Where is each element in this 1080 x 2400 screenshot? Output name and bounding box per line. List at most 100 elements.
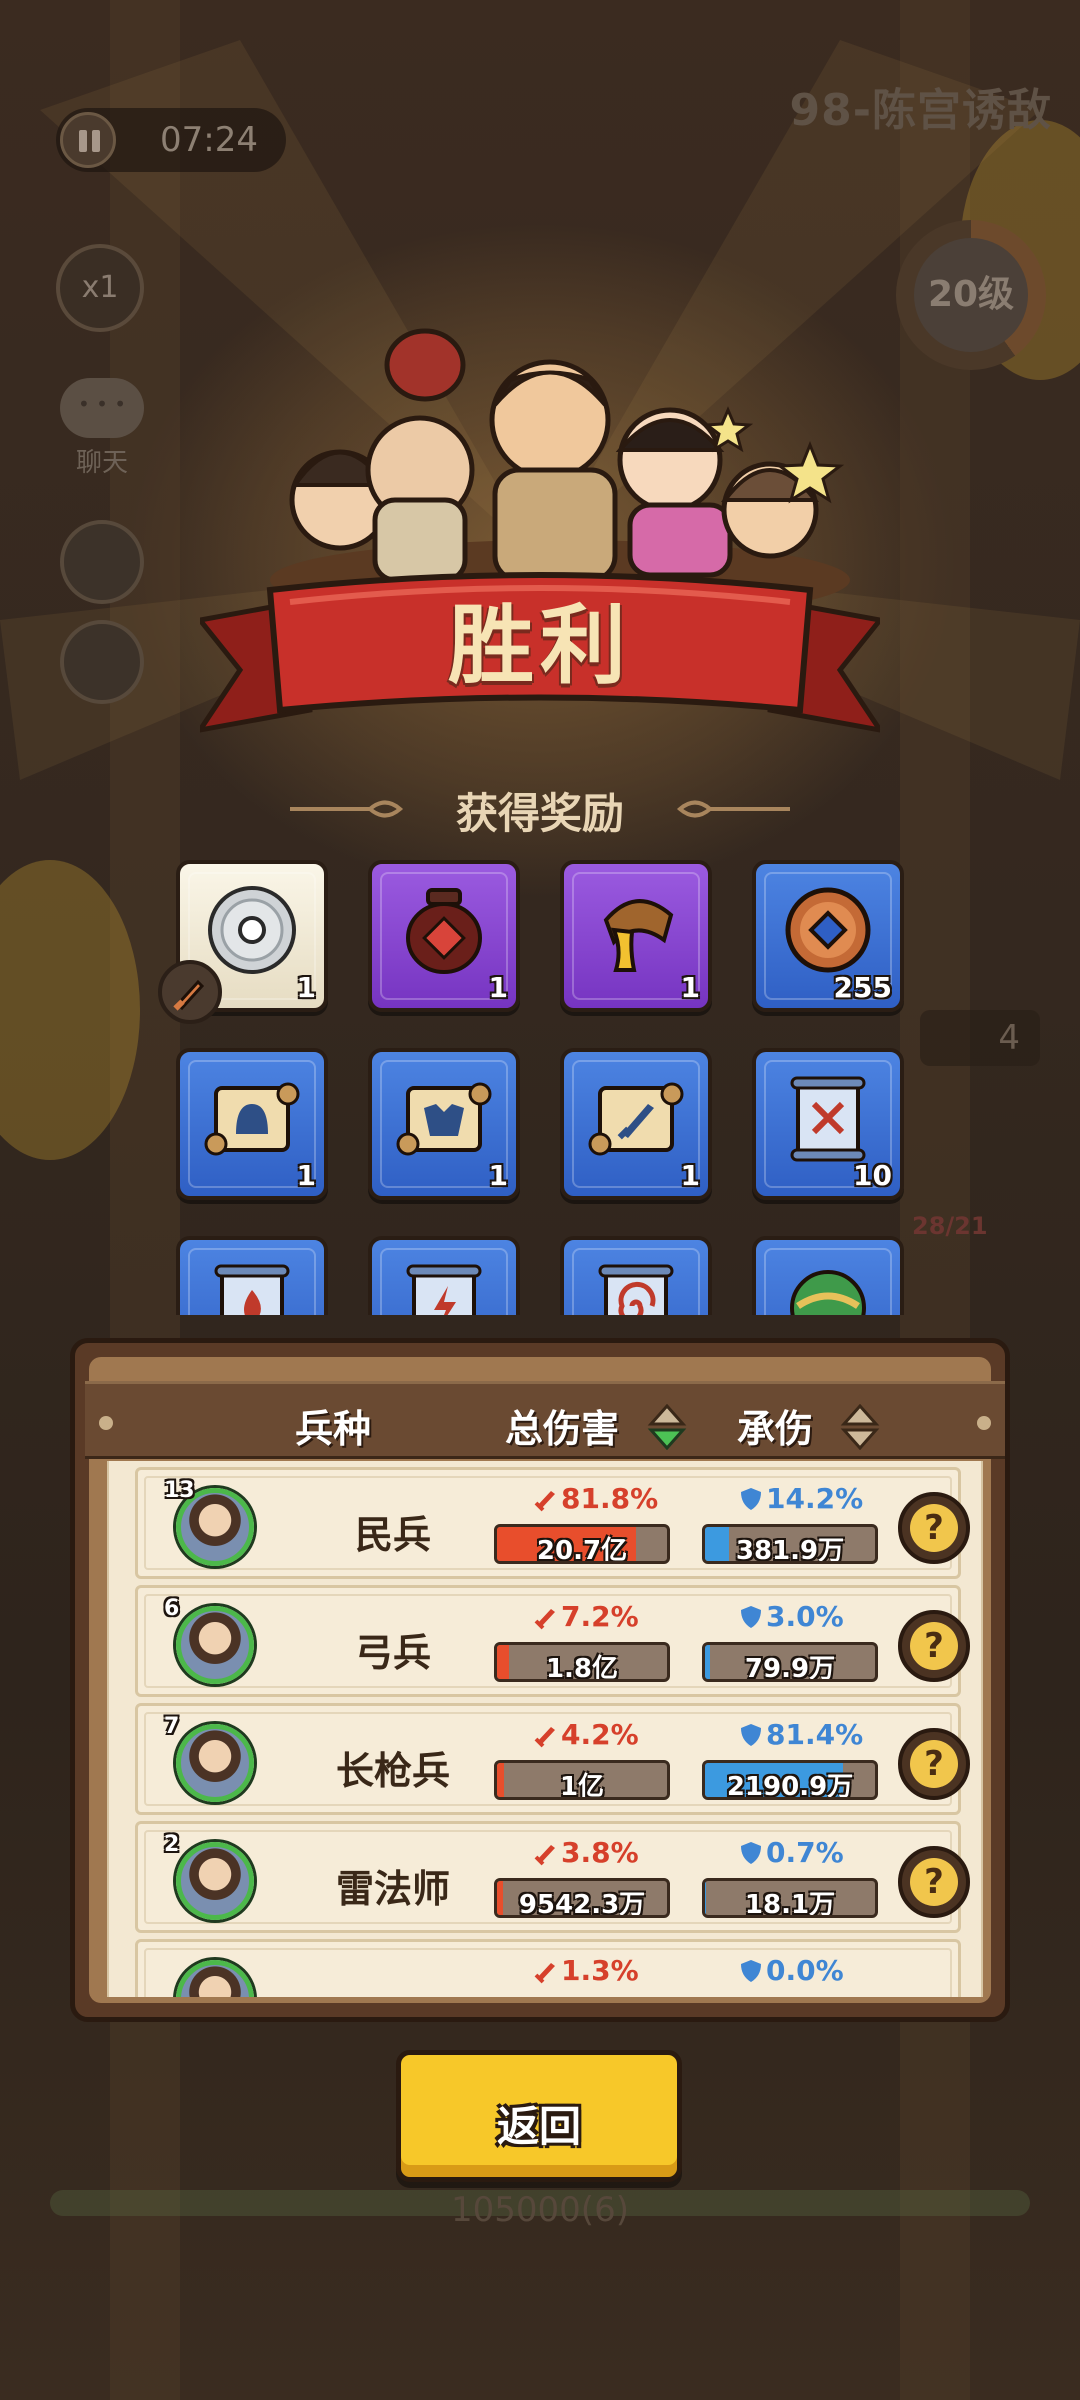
unit-name: 雷法师 (335, 1867, 450, 1911)
sort-icon[interactable] (840, 1404, 880, 1450)
rivet-icon (977, 1416, 991, 1430)
side-count: 4 (920, 1010, 1040, 1066)
taken-percent: 3.0% (738, 1600, 844, 1633)
level-label: 20级 (914, 238, 1028, 352)
header-unit-type: 兵种 (295, 1407, 372, 1451)
unit-avatar (176, 1842, 254, 1920)
unit-level: 2 (164, 1832, 180, 1857)
taken-percent: 14.2% (738, 1482, 863, 1515)
sword-scroll-icon (588, 1082, 684, 1156)
level-ring: 20级 (896, 220, 1046, 370)
reward-item[interactable]: 1 (560, 1048, 712, 1200)
question-icon: ? (910, 1858, 958, 1906)
speed-button[interactable]: x1 (56, 244, 144, 332)
unit-stat-row[interactable]: 1.3% 0.0% (135, 1939, 961, 1997)
sort-active-icon[interactable] (647, 1404, 687, 1450)
unit-info-button[interactable]: ? (898, 1610, 970, 1682)
ornament-icon (290, 800, 404, 818)
reward-count: 1 (488, 971, 508, 1004)
unit-level: 6 (164, 1596, 180, 1621)
taken-value: 18.1万 (744, 1890, 836, 1918)
battle-stats-panel: 兵种 总伤害 承伤 13 民兵 81.8% 20.7亿 14.2% 381.9万… (70, 1338, 1010, 2022)
unit-info-button[interactable]: ? (898, 1728, 970, 1800)
pause-button[interactable] (60, 112, 116, 168)
damage-value: 9542.3万 (518, 1890, 646, 1918)
unit-stat-row[interactable]: 6 弓兵 7.2% 1.8亿 3.0% 79.9万 ? (135, 1585, 970, 1697)
unit-stat-row[interactable]: 13 民兵 81.8% 20.7亿 14.2% 381.9万 ? (135, 1467, 970, 1579)
header-total-damage[interactable]: 总伤害 (505, 1398, 619, 1453)
reward-count: 1 (296, 1159, 316, 1192)
question-icon: ? (910, 1740, 958, 1788)
damage-percent: 81.8% (533, 1482, 658, 1515)
unit-level: 13 (164, 1478, 195, 1503)
taken-bar: 2190.9万 (702, 1760, 878, 1800)
unit-level: 7 (164, 1714, 180, 1739)
crossed-weapons-scroll-icon (790, 1076, 866, 1162)
unit-stat-row[interactable]: 2 雷法师 3.8% 9542.3万 0.7% 18.1万 ? (135, 1821, 970, 1933)
taken-percent: 0.7% (738, 1836, 844, 1869)
unit-name: 民兵 (354, 1513, 431, 1557)
unit-name: 长枪兵 (335, 1749, 450, 1793)
copper-coin-icon (785, 887, 871, 973)
taken-bar: 381.9万 (702, 1524, 878, 1564)
equipment-badge (158, 960, 222, 1024)
damage-percent: 3.8% (533, 1836, 639, 1869)
reward-item[interactable] (368, 1236, 520, 1315)
side-troop-count: 28/21 (912, 1212, 988, 1240)
reward-count: 1 (680, 971, 700, 1004)
damage-percent: 4.2% (533, 1718, 639, 1751)
battle-timer: 07:24 (160, 120, 258, 160)
reward-item[interactable]: 1 (368, 860, 520, 1012)
taken-value: 2190.9万 (726, 1772, 854, 1800)
unit-stat-row[interactable]: 7 长枪兵 4.2% 1亿 81.4% 2190.9万 ? (135, 1703, 970, 1815)
reward-item[interactable]: 10 (752, 1048, 904, 1200)
taken-bar: 79.9万 (702, 1642, 878, 1682)
green-orb-icon (790, 1270, 866, 1315)
wine-jar-icon (406, 888, 482, 974)
bottom-score: 105000(6) (451, 2190, 629, 2230)
victory-title: 胜利 (448, 596, 632, 696)
shield-icon (741, 1488, 761, 1510)
reward-item[interactable]: 1 (176, 1048, 328, 1200)
helmet-scroll-icon (204, 1082, 300, 1156)
unit-info-button[interactable]: ? (898, 1846, 970, 1918)
reward-count: 255 (833, 971, 892, 1004)
damage-bar: 1亿 (494, 1760, 670, 1800)
rewards-grid[interactable]: 1 1 1 255 1 1 1 10 (160, 850, 920, 1315)
reward-item[interactable] (560, 1236, 712, 1315)
reward-item[interactable]: 1 (368, 1048, 520, 1200)
ornament-icon (676, 800, 790, 818)
return-button[interactable]: 返回 (396, 2050, 682, 2182)
unit-avatar (176, 1724, 254, 1802)
question-icon: ? (910, 1504, 958, 1552)
taken-bar: 18.1万 (702, 1878, 878, 1918)
taken-value: 79.9万 (744, 1654, 836, 1682)
rewards-title: 获得奖励 (455, 789, 624, 838)
reward-item[interactable] (176, 1236, 328, 1315)
spiral-scroll-icon (598, 1264, 674, 1315)
sword-icon (534, 1727, 555, 1748)
damage-value: 20.7亿 (536, 1536, 628, 1564)
reward-item[interactable] (752, 1236, 904, 1315)
rewards-heading: 获得奖励 (0, 780, 1080, 840)
taken-value: 381.9万 (735, 1536, 845, 1564)
reward-count: 1 (680, 1159, 700, 1192)
sword-icon (534, 1963, 555, 1984)
sword-icon (173, 979, 205, 1011)
damage-bar: 1.8亿 (494, 1642, 670, 1682)
shield-icon (741, 1960, 761, 1982)
golden-horn-icon (603, 899, 674, 972)
reward-item[interactable]: 1 (560, 860, 712, 1012)
chat-button[interactable]: 聊天 (52, 378, 152, 488)
stats-list[interactable]: 13 民兵 81.8% 20.7亿 14.2% 381.9万 ? 6 弓兵 7.… (107, 1461, 983, 1997)
damage-percent: 7.2% (533, 1600, 639, 1633)
header-damage-taken[interactable]: 承伤 (737, 1398, 813, 1453)
unit-info-button[interactable]: ? (898, 1492, 970, 1564)
shield-icon (741, 1842, 761, 1864)
chat-label: 聊天 (75, 448, 128, 478)
reward-count: 10 (853, 1159, 892, 1192)
reward-item[interactable]: 255 (752, 860, 904, 1012)
sword-icon (534, 1609, 555, 1630)
damage-percent: 1.3% (533, 1954, 639, 1987)
unit-name: 弓兵 (354, 1631, 431, 1675)
